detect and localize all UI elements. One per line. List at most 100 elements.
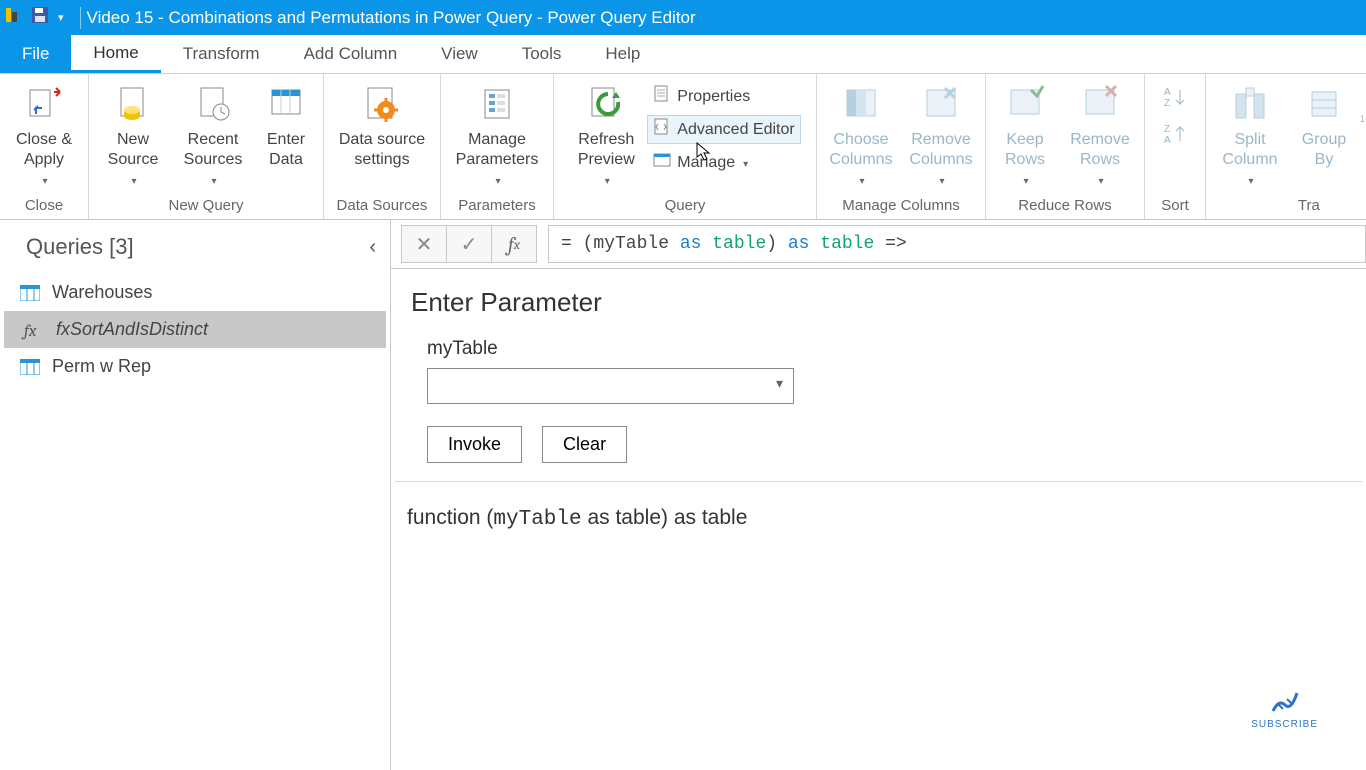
formula-input[interactable]: = (myTable as table) as table => bbox=[548, 225, 1366, 263]
group-datasources-label: Data Sources bbox=[337, 194, 428, 219]
formula-text: myTable bbox=[593, 234, 669, 254]
group-query-label: Query bbox=[665, 194, 706, 219]
svg-text:A: A bbox=[1164, 87, 1171, 98]
signature-text: myTable bbox=[493, 508, 581, 531]
remove-rows-button[interactable]: Remove Rows bbox=[1062, 78, 1138, 192]
sort-asc-icon[interactable]: AZ bbox=[1162, 86, 1188, 111]
split-column-icon bbox=[1230, 84, 1270, 124]
tab-transform[interactable]: Transform bbox=[161, 35, 282, 73]
tab-file[interactable]: File bbox=[0, 35, 71, 73]
group-data-sources: Data source settings Data Sources bbox=[324, 74, 441, 219]
refresh-preview-button[interactable]: Refresh Preview bbox=[569, 78, 643, 192]
function-signature: function (myTable as table) as table bbox=[391, 482, 1366, 555]
qat-dropdown-icon[interactable]: ▾ bbox=[58, 11, 64, 24]
replace-values-icon[interactable]: 12 bbox=[1360, 112, 1366, 135]
advanced-editor-label: Advanced Editor bbox=[677, 121, 794, 139]
parameters-icon bbox=[477, 84, 517, 124]
data-source-settings-label: Data source settings bbox=[332, 130, 432, 170]
gear-icon bbox=[362, 84, 402, 124]
group-manage-columns: Choose Columns Remove Columns Manage Col… bbox=[817, 74, 986, 219]
enter-data-icon bbox=[266, 84, 306, 124]
query-item-fxsortandisdistinct[interactable]: fx fxSortAndIsDistinct bbox=[4, 311, 386, 348]
collapse-pane-icon[interactable]: ‹ bbox=[369, 236, 390, 259]
formula-text: ) bbox=[766, 234, 788, 254]
group-newquery-label: New Query bbox=[168, 194, 243, 219]
save-icon[interactable] bbox=[30, 5, 50, 30]
choose-columns-label: Choose Columns bbox=[825, 130, 897, 170]
group-by-label: Group By bbox=[1294, 130, 1354, 170]
tab-tools[interactable]: Tools bbox=[500, 35, 584, 73]
invoke-button[interactable]: Invoke bbox=[427, 426, 522, 463]
manage-button[interactable]: Manage bbox=[647, 148, 800, 177]
remove-columns-label: Remove Columns bbox=[905, 130, 977, 170]
tab-home[interactable]: Home bbox=[71, 35, 160, 73]
formula-bar: ✕ ✓ fx = (myTable as table) as table => bbox=[391, 220, 1366, 269]
split-column-button[interactable]: Split Column bbox=[1212, 78, 1288, 192]
app-icon bbox=[4, 6, 22, 29]
enter-data-button[interactable]: Enter Data bbox=[255, 78, 317, 172]
query-item-perm-w-rep[interactable]: Perm w Rep bbox=[0, 348, 390, 385]
tab-add-column[interactable]: Add Column bbox=[282, 35, 420, 73]
ribbon: Close & Apply Close New Source Recent So… bbox=[0, 74, 1366, 220]
queries-pane: Queries [3] ‹ Warehouses fx fxSortAndIsD… bbox=[0, 220, 391, 770]
recent-sources-icon bbox=[193, 84, 233, 124]
remove-columns-icon bbox=[921, 84, 961, 124]
group-sort-label: Sort bbox=[1161, 194, 1189, 219]
properties-icon bbox=[653, 85, 671, 108]
manage-parameters-button[interactable]: Manage Parameters bbox=[447, 78, 547, 192]
remove-rows-icon bbox=[1080, 84, 1120, 124]
parameter-panel: Enter Parameter myTable Invoke Clear bbox=[395, 269, 1362, 482]
formula-fx-button[interactable]: fx bbox=[491, 225, 537, 263]
group-close: Close & Apply Close bbox=[0, 74, 89, 219]
enter-data-label: Enter Data bbox=[257, 130, 315, 170]
group-close-label: Close bbox=[25, 194, 63, 219]
queries-header: Queries [3] ‹ bbox=[0, 220, 390, 274]
formula-text: as bbox=[669, 234, 712, 254]
table-icon bbox=[20, 285, 40, 301]
remove-columns-button[interactable]: Remove Columns bbox=[903, 78, 979, 192]
split-column-label: Split Column bbox=[1214, 130, 1286, 170]
remove-rows-label: Remove Rows bbox=[1064, 130, 1136, 170]
refresh-icon bbox=[586, 84, 626, 124]
manage-parameters-label: Manage Parameters bbox=[449, 130, 545, 170]
formula-commit-button[interactable]: ✓ bbox=[446, 225, 492, 263]
table-icon bbox=[20, 359, 40, 375]
svg-text:1: 1 bbox=[1360, 114, 1365, 124]
close-apply-label: Close & Apply bbox=[8, 130, 80, 170]
subscribe-watermark: SUBSCRIBE bbox=[1251, 687, 1318, 730]
formula-text: => bbox=[874, 234, 906, 254]
group-sort: AZ ZA Sort bbox=[1145, 74, 1206, 219]
ribbon-tabs: File Home Transform Add Column View Tool… bbox=[0, 35, 1366, 74]
sort-desc-icon[interactable]: ZA bbox=[1162, 123, 1188, 148]
data-type-button[interactable]: Data bbox=[1360, 84, 1366, 108]
formula-cancel-button[interactable]: ✕ bbox=[401, 225, 447, 263]
properties-button[interactable]: Properties bbox=[647, 82, 800, 111]
query-label: fxSortAndIsDistinct bbox=[56, 319, 208, 340]
query-item-warehouses[interactable]: Warehouses bbox=[0, 274, 390, 311]
data-source-settings-button[interactable]: Data source settings bbox=[330, 78, 434, 172]
group-parameters: Manage Parameters Parameters bbox=[441, 74, 554, 219]
signature-text: as table) as table bbox=[582, 506, 748, 529]
queries-header-label: Queries [3] bbox=[26, 234, 134, 260]
quick-access-toolbar: ▾ bbox=[4, 5, 74, 30]
tab-help[interactable]: Help bbox=[583, 35, 662, 73]
advanced-editor-icon bbox=[653, 118, 671, 141]
group-by-button[interactable]: Group By bbox=[1292, 78, 1356, 172]
new-source-button[interactable]: New Source bbox=[95, 78, 171, 192]
group-reducerows-label: Reduce Rows bbox=[1018, 194, 1111, 219]
recent-sources-button[interactable]: Recent Sources bbox=[175, 78, 251, 192]
parameter-title: Enter Parameter bbox=[411, 287, 1346, 318]
close-apply-button[interactable]: Close & Apply bbox=[6, 78, 82, 192]
tab-view[interactable]: View bbox=[419, 35, 500, 73]
keep-rows-icon bbox=[1005, 84, 1045, 124]
properties-label: Properties bbox=[677, 88, 750, 106]
choose-columns-button[interactable]: Choose Columns bbox=[823, 78, 899, 192]
parameter-select[interactable] bbox=[427, 368, 794, 404]
group-transform: Split Column Group By Data 12 Tra bbox=[1206, 74, 1366, 219]
titlebar-divider bbox=[80, 7, 81, 29]
clear-button[interactable]: Clear bbox=[542, 426, 627, 463]
keep-rows-button[interactable]: Keep Rows bbox=[992, 78, 1058, 192]
advanced-editor-button[interactable]: Advanced Editor bbox=[647, 115, 800, 144]
svg-text:Z: Z bbox=[1164, 98, 1170, 108]
window-title: Video 15 - Combinations and Permutations… bbox=[87, 8, 696, 28]
